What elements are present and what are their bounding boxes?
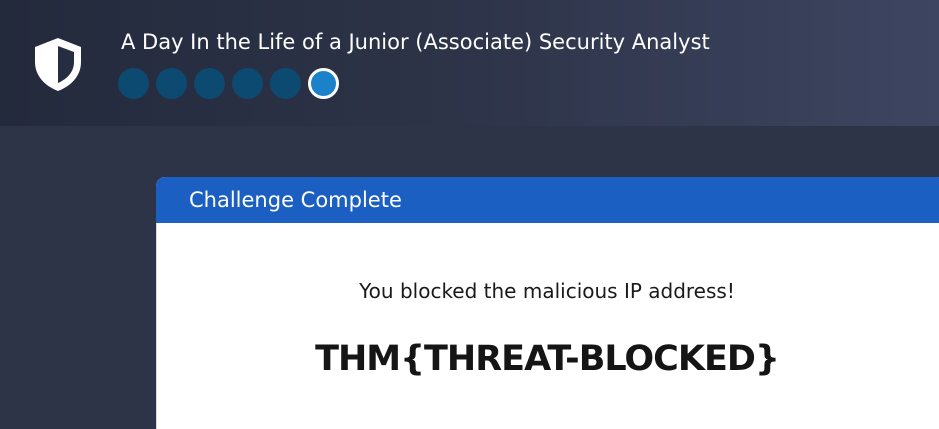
shield-icon: [35, 38, 81, 91]
challenge-complete-dialog: Challenge Complete You blocked the malic…: [156, 177, 939, 429]
progress-step-4: [232, 68, 263, 99]
app-header: A Day In the Life of a Junior (Associate…: [0, 0, 939, 126]
progress-step-1: [118, 68, 149, 99]
dialog-body: You blocked the malicious IP address! TH…: [156, 223, 939, 429]
progress-step-3: [194, 68, 225, 99]
progress-step-5: [270, 68, 301, 99]
dialog-title: Challenge Complete: [156, 177, 939, 223]
dialog-message: You blocked the malicious IP address!: [359, 279, 735, 303]
progress-step-6-current: [308, 68, 339, 99]
page-title: A Day In the Life of a Junior (Associate…: [121, 30, 710, 54]
progress-steps: [118, 68, 339, 99]
flag-text[interactable]: THM{THREAT-BLOCKED}: [157, 339, 937, 379]
progress-step-2: [156, 68, 187, 99]
